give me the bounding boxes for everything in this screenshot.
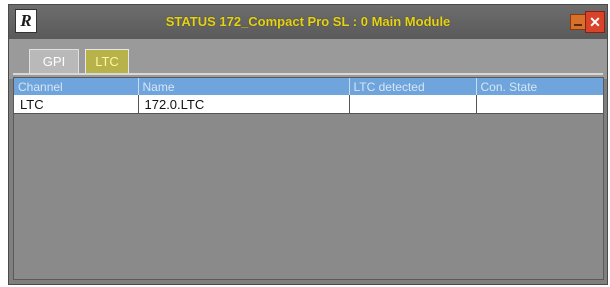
table-row[interactable]: LTC 172.0.LTC — [14, 95, 603, 114]
column-header-ltc-detected[interactable]: LTC detected — [349, 78, 477, 95]
cell-channel[interactable]: LTC — [14, 95, 139, 114]
cell-ltc-detected[interactable] — [349, 95, 477, 114]
close-button[interactable]: ✕ — [585, 11, 605, 33]
window-title: STATUS 172_Compact Pro SL : 0 Main Modul… — [165, 14, 451, 29]
tab-gpi[interactable]: GPI — [29, 49, 79, 74]
tab-divider — [13, 73, 603, 75]
cell-con-state[interactable] — [476, 95, 603, 114]
cell-name[interactable]: 172.0.LTC — [138, 95, 350, 114]
title-bar[interactable]: R STATUS 172_Compact Pro SL : 0 Main Mod… — [9, 5, 607, 39]
ltc-table-panel: Channel Name LTC detected Con. State LTC… — [13, 77, 604, 280]
minimize-button[interactable] — [570, 14, 586, 30]
app-logo-icon: R — [15, 9, 37, 33]
tab-ltc[interactable]: LTC — [85, 49, 129, 74]
ltc-table: Channel Name LTC detected Con. State LTC… — [14, 78, 603, 114]
column-header-channel[interactable]: Channel — [14, 78, 139, 95]
status-window: R STATUS 172_Compact Pro SL : 0 Main Mod… — [8, 4, 608, 285]
column-header-name[interactable]: Name — [138, 78, 350, 95]
table-header-row: Channel Name LTC detected Con. State — [14, 78, 603, 95]
column-header-con-state[interactable]: Con. State — [476, 78, 603, 95]
